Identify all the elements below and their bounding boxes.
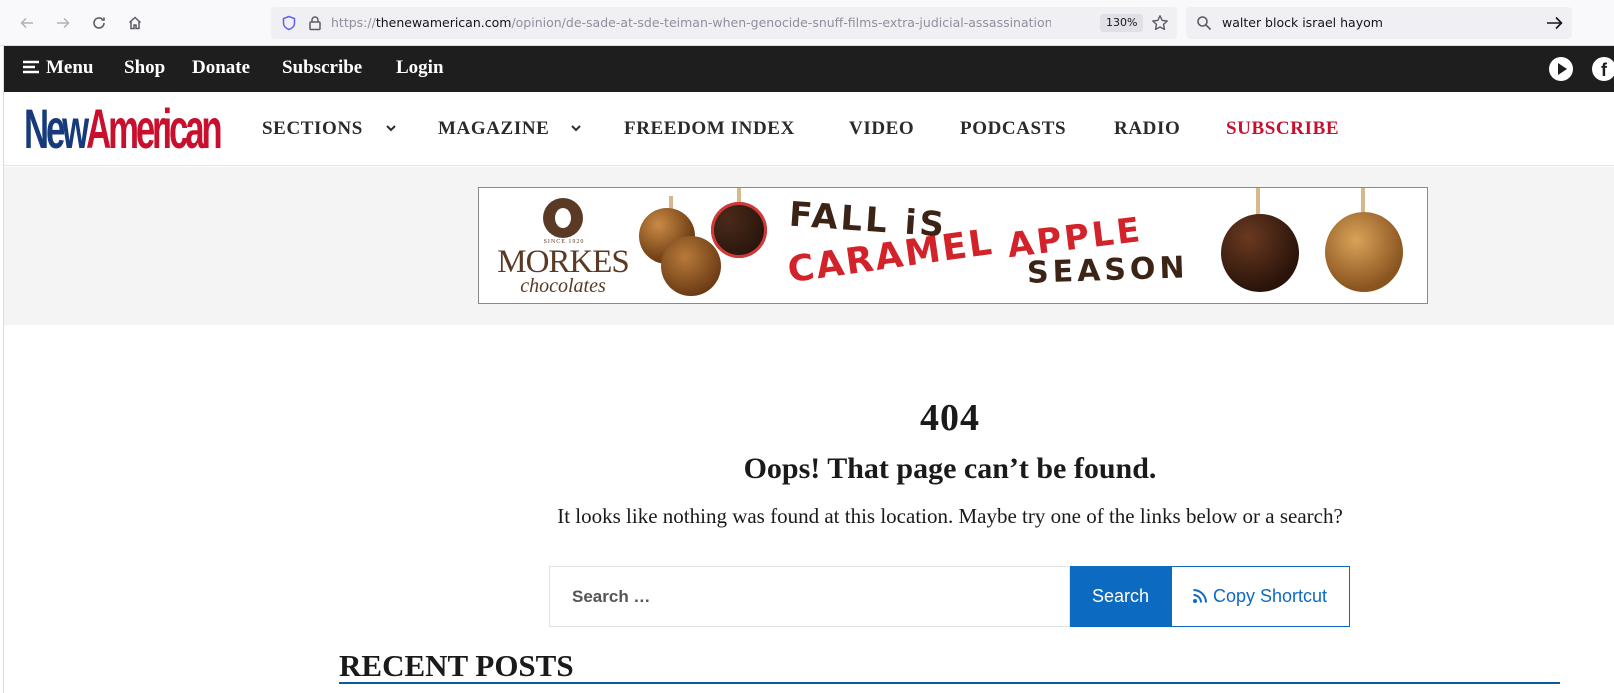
arrow-right-icon[interactable] xyxy=(1546,15,1564,31)
rss-icon xyxy=(1193,589,1207,603)
menu-button[interactable]: Menu xyxy=(46,57,94,79)
shop-link[interactable]: Shop xyxy=(124,57,165,79)
recent-posts-heading: RECENT POSTS xyxy=(339,648,574,683)
star-icon[interactable] xyxy=(1151,14,1169,32)
donate-link[interactable]: Donate xyxy=(192,57,250,79)
url-text[interactable]: https://thenewamerican.com/opinion/de-sa… xyxy=(331,15,1051,30)
toffee-apple-image xyxy=(1325,212,1403,292)
lock-icon[interactable] xyxy=(307,15,323,31)
utility-bar: Menu Shop Donate Subscribe Login f xyxy=(4,46,1614,92)
ad-area: SINCE 1920 MORKES chocolates FALL iS CAR… xyxy=(4,167,1614,325)
search-icon xyxy=(1196,15,1212,31)
error-code: 404 xyxy=(920,397,980,439)
nav-sections[interactable]: SECTIONS xyxy=(262,118,363,140)
url-host: thenewamerican.com xyxy=(375,15,512,30)
logo-part-american: American xyxy=(86,97,223,160)
hamburger-icon[interactable] xyxy=(23,60,39,74)
nav-podcasts[interactable]: PODCASTS xyxy=(960,118,1066,140)
play-icon[interactable] xyxy=(1549,57,1573,81)
browser-search-bar[interactable]: walter block israel hayom xyxy=(1186,7,1572,39)
nav-subscribe[interactable]: SUBSCRIBE xyxy=(1226,118,1339,140)
browser-toolbar: https://thenewamerican.com/opinion/de-sa… xyxy=(0,0,1614,46)
home-icon[interactable] xyxy=(124,12,146,34)
candy-apple-image xyxy=(711,202,767,258)
ad-brand-sub: chocolates xyxy=(520,275,606,297)
ad-banner[interactable]: SINCE 1920 MORKES chocolates FALL iS CAR… xyxy=(478,187,1428,304)
search-button[interactable]: Search xyxy=(1070,566,1171,627)
reload-icon[interactable] xyxy=(88,12,110,34)
browser-search-query[interactable]: walter block israel hayom xyxy=(1222,15,1383,30)
ad-line-4: SEASON xyxy=(1026,250,1190,291)
copy-shortcut-button[interactable]: Copy Shortcut xyxy=(1171,566,1350,627)
main-navigation: NewAmerican SECTIONS MAGAZINE FREEDOM IN… xyxy=(4,92,1614,166)
url-bar[interactable]: https://thenewamerican.com/opinion/de-sa… xyxy=(271,7,1177,39)
zoom-level-badge[interactable]: 130% xyxy=(1100,14,1144,32)
chevron-down-icon[interactable] xyxy=(385,122,397,134)
nav-radio[interactable]: RADIO xyxy=(1114,118,1180,140)
chocolate-apple-image xyxy=(1221,214,1299,292)
nav-magazine[interactable]: MAGAZINE xyxy=(438,118,549,140)
search-input[interactable]: Search … xyxy=(549,566,1070,627)
url-path: /opinion/de-sade-at-sde-teiman-when-geno… xyxy=(511,15,1051,30)
subscribe-link[interactable]: Subscribe xyxy=(282,57,362,79)
logo-part-new: New xyxy=(24,97,89,160)
nut-apple-image xyxy=(661,236,721,296)
heading-divider xyxy=(339,682,1560,684)
login-link[interactable]: Login xyxy=(396,57,444,79)
page-title: Oops! That page can’t be found. xyxy=(743,452,1157,485)
nav-freedom-index[interactable]: FREEDOM INDEX xyxy=(624,118,795,140)
shield-icon[interactable] xyxy=(281,15,297,31)
url-prefix: https:// xyxy=(331,15,376,30)
copy-shortcut-label: Copy Shortcut xyxy=(1213,586,1328,606)
nav-video[interactable]: VIDEO xyxy=(849,118,914,140)
facebook-icon[interactable]: f xyxy=(1592,57,1614,81)
site-logo[interactable]: NewAmerican xyxy=(24,97,223,160)
search-form: Search … Search Copy Shortcut xyxy=(549,566,1350,627)
forward-icon[interactable] xyxy=(52,12,74,34)
morkes-logo-icon xyxy=(543,198,583,238)
back-icon[interactable] xyxy=(16,12,38,34)
chevron-down-icon[interactable] xyxy=(570,122,582,134)
error-description: It looks like nothing was found at this … xyxy=(557,504,1343,528)
